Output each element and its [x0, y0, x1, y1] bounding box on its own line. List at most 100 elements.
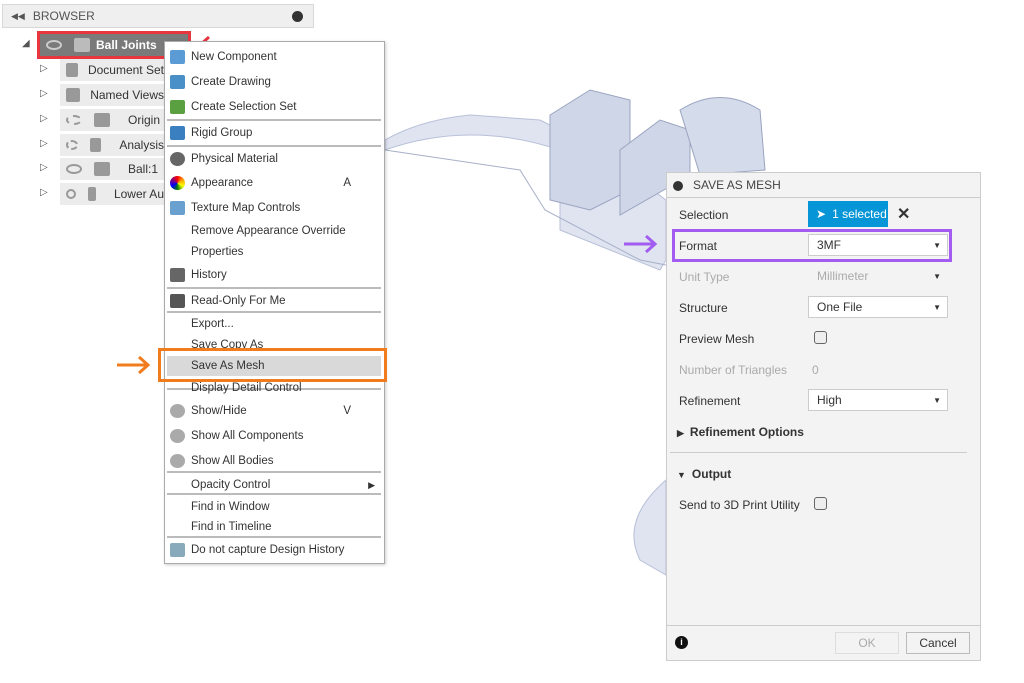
tree-item-label: Origin	[128, 113, 161, 127]
eye-hidden-icon[interactable]	[66, 115, 82, 125]
triangles-label: Number of Triangles	[679, 363, 788, 377]
eye-icon[interactable]	[66, 189, 76, 199]
menu-item-texture-map-controls[interactable]: Texture Map Controls	[167, 198, 381, 218]
tree-item[interactable]: Origin	[60, 109, 164, 131]
info-icon[interactable]: i	[675, 636, 688, 649]
menu-item-rigid-group[interactable]: Rigid Group	[167, 123, 381, 143]
dialog-header[interactable]: SAVE AS MESH	[667, 173, 980, 198]
expand-triangle-icon[interactable]: ▷	[40, 138, 48, 149]
menu-item-find-in-window[interactable]: Find in Window	[167, 497, 381, 517]
tree-item-label: Document Set	[87, 63, 164, 77]
structure-label: Structure	[679, 301, 728, 315]
new-component-icon	[170, 50, 185, 64]
design-history-icon	[170, 543, 185, 557]
history-icon	[170, 268, 185, 282]
output-label: Output	[691, 467, 732, 481]
refinement-label: Refinement	[679, 394, 741, 408]
shortcut-label: V	[343, 405, 351, 417]
triangles-value: 0	[812, 363, 819, 377]
refinement-select[interactable]: High	[808, 389, 948, 411]
browser-header[interactable]: ◀◀ BROWSER	[2, 4, 314, 28]
component-icon	[74, 38, 90, 52]
divider	[670, 452, 967, 453]
selection-set-icon	[170, 100, 185, 114]
menu-item-label: Do not capture Design History	[191, 544, 345, 556]
unit-label: Unit Type	[679, 270, 730, 284]
preview-label: Preview Mesh	[679, 332, 755, 346]
menu-item-label: New Component	[191, 51, 277, 63]
menu-item-label: Appearance	[191, 177, 254, 189]
save-as-mesh-dialog: SAVE AS MESH Selection ➤ 1 selected ✕ For…	[666, 172, 981, 661]
tree-item[interactable]: Ball:1	[60, 158, 164, 180]
menu-item-show-hide[interactable]: Show/Hide V	[167, 401, 381, 421]
tree-root-label: Ball Joints	[96, 38, 157, 52]
menu-item-label: Find in Window	[191, 501, 270, 513]
pin-icon[interactable]	[292, 11, 303, 22]
send-to-3d-print-checkbox[interactable]	[814, 497, 827, 510]
eye-hidden-icon[interactable]	[66, 140, 79, 150]
collapse-icon[interactable]	[673, 181, 683, 191]
menu-item-export[interactable]: Export...	[167, 314, 381, 334]
menu-item-appearance[interactable]: Appearance A	[167, 173, 381, 193]
menu-item-history[interactable]: History	[167, 265, 381, 285]
unit-value: Millimeter	[817, 269, 869, 283]
arrow-orange-icon	[117, 355, 151, 375]
expand-triangle-icon[interactable]: ▷	[40, 187, 48, 198]
menu-item-find-in-timeline[interactable]: Find in Timeline	[167, 517, 381, 537]
preview-mesh-checkbox[interactable]	[814, 331, 827, 344]
highlight-box	[158, 348, 387, 382]
collapse-triangle-icon[interactable]: ◢	[22, 38, 30, 49]
menu-item-show-all-bodies[interactable]: Show All Bodies	[167, 451, 381, 471]
format-select[interactable]: 3MF	[808, 234, 948, 256]
tree-item[interactable]: Analysis	[60, 134, 164, 156]
menu-item-read-only-for-me[interactable]: Read-Only For Me	[167, 291, 381, 311]
expand-triangle-icon[interactable]: ▷	[40, 88, 48, 99]
menu-item-new-component[interactable]: New Component	[167, 47, 381, 67]
send-label: Send to 3D Print Utility	[679, 498, 800, 512]
texture-map-icon	[170, 201, 185, 215]
menu-item-label: Show All Components	[191, 430, 304, 442]
arrow-purple-icon	[624, 234, 658, 254]
expand-triangle-icon[interactable]: ▷	[40, 63, 48, 74]
expand-triangle-icon[interactable]: ▷	[40, 162, 48, 173]
menu-separator	[167, 311, 381, 313]
unlock-icon	[170, 294, 185, 308]
expand-triangle-icon[interactable]: ▷	[40, 113, 48, 124]
menu-item-remove-appearance-override[interactable]: Remove Appearance Override	[167, 221, 381, 241]
cancel-button[interactable]: Cancel	[906, 632, 970, 654]
unit-select: Millimeter	[808, 265, 948, 287]
tree-item-label: Analysis	[119, 138, 164, 152]
ok-button[interactable]: OK	[835, 632, 899, 654]
tree-item[interactable]: Named Views	[60, 84, 164, 106]
menu-item-label: Rigid Group	[191, 127, 253, 139]
menu-item-opacity-control[interactable]: Opacity Control ▶	[167, 475, 381, 495]
expand-icon: ▶	[677, 428, 684, 438]
refinement-options-toggle[interactable]: ▶ Refinement Options	[677, 425, 804, 439]
collapse-icon[interactable]: ◀◀	[11, 11, 25, 22]
menu-item-create-selection-set[interactable]: Create Selection Set	[167, 97, 381, 117]
menu-item-label: Opacity Control	[191, 479, 271, 491]
menu-item-show-all-components[interactable]: Show All Components	[167, 426, 381, 446]
eye-icon	[170, 454, 185, 468]
structure-select[interactable]: One File	[808, 296, 948, 318]
menu-separator	[167, 287, 381, 289]
menu-item-create-drawing[interactable]: Create Drawing	[167, 72, 381, 92]
menu-item-label: Texture Map Controls	[191, 202, 301, 214]
eye-icon[interactable]	[46, 40, 62, 50]
browser-title: BROWSER	[32, 9, 95, 23]
tree-item[interactable]: Document Set	[60, 59, 164, 81]
tree-item-label: Ball:1	[128, 162, 159, 176]
menu-item-do-not-capture-design-history[interactable]: Do not capture Design History	[167, 540, 381, 560]
menu-item-label: History	[191, 269, 227, 281]
tree-item[interactable]: Lower Au	[60, 183, 164, 205]
folder-icon	[66, 88, 81, 102]
clear-selection-icon[interactable]: ✕	[897, 204, 910, 224]
selection-button[interactable]: ➤ 1 selected	[808, 201, 888, 227]
format-label: Format	[679, 239, 718, 253]
menu-item-physical-material[interactable]: Physical Material	[167, 149, 381, 169]
output-toggle[interactable]: ▼ Output	[677, 467, 731, 481]
menu-item-label: Create Selection Set	[191, 101, 297, 113]
eye-icon[interactable]	[66, 164, 82, 174]
menu-item-properties[interactable]: Properties	[167, 242, 381, 262]
menu-separator	[167, 119, 381, 121]
